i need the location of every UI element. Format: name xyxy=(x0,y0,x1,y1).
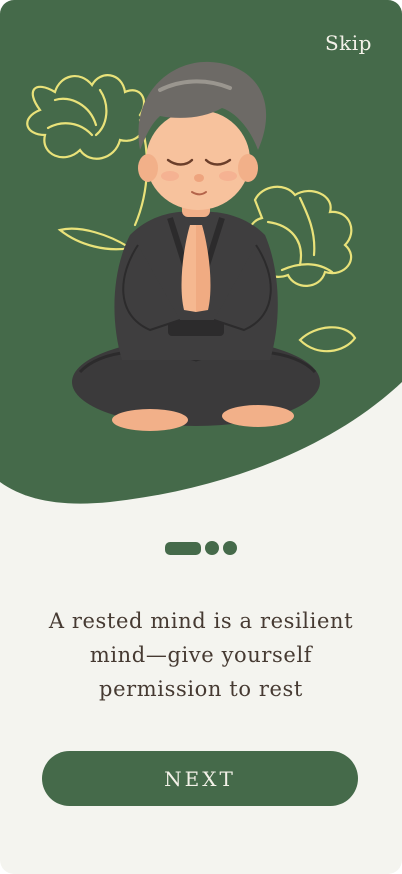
page-dot[interactable] xyxy=(205,541,219,555)
onboarding-screen: Skip A rested mind is a resilient mind—g… xyxy=(0,0,402,874)
meditating-child-illustration xyxy=(26,61,357,431)
page-dot-active[interactable] xyxy=(165,541,201,555)
onboarding-headline: A rested mind is a resilient mind—give y… xyxy=(48,609,354,701)
skip-button[interactable]: Skip xyxy=(325,31,372,55)
page-indicator xyxy=(0,541,402,555)
page-dot[interactable] xyxy=(223,541,237,555)
next-button[interactable]: NEXT xyxy=(42,751,358,806)
